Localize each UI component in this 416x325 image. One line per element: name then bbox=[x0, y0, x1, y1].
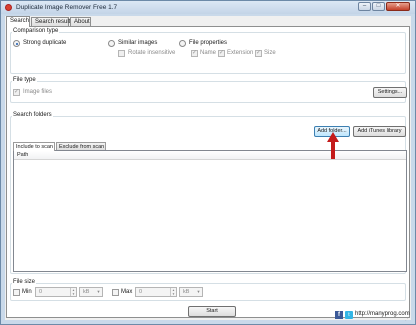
max-size-checkbox[interactable] bbox=[112, 289, 119, 296]
twitter-icon[interactable]: t bbox=[345, 311, 353, 319]
name-checkbox[interactable]: ✓ bbox=[191, 50, 198, 57]
max-size-unit-select[interactable]: kB ▼ bbox=[179, 287, 203, 297]
client-area: Search Search result About Comparison ty… bbox=[5, 16, 411, 320]
app-icon bbox=[5, 4, 12, 11]
chevron-down-icon: ▼ bbox=[96, 289, 101, 294]
maximize-button[interactable]: □ bbox=[372, 2, 385, 11]
folder-tabs: Include to scan Exclude from scan Path bbox=[13, 142, 407, 272]
size-label: Size bbox=[264, 50, 276, 56]
min-size-checkbox[interactable] bbox=[13, 289, 20, 296]
max-size-unit: kB bbox=[183, 289, 190, 295]
window-title: Duplicate Image Remover Free 1.7 bbox=[16, 4, 118, 11]
search-panel: Comparison type Strong duplicate Similar… bbox=[6, 26, 410, 318]
image-files-label: Image files bbox=[23, 89, 53, 95]
min-size-unit-select[interactable]: kB ▼ bbox=[79, 287, 103, 297]
size-checkbox[interactable]: ✓ bbox=[255, 50, 262, 57]
facebook-icon[interactable]: f bbox=[335, 311, 343, 319]
file-properties-label[interactable]: File properties bbox=[189, 40, 227, 46]
file-properties-radio[interactable] bbox=[179, 40, 186, 47]
rotate-insensitive-checkbox[interactable] bbox=[118, 50, 125, 57]
name-label: Name bbox=[200, 50, 217, 56]
add-itunes-library-button[interactable]: Add iTunes library bbox=[353, 126, 406, 137]
max-size-value: 0 bbox=[139, 289, 143, 295]
minimize-button[interactable]: – bbox=[358, 2, 371, 11]
red-arrow-icon bbox=[327, 132, 339, 159]
max-size-label: Max bbox=[121, 289, 133, 295]
file-type-group bbox=[10, 81, 406, 103]
spinner-arrows-icon[interactable]: ▲ ▼ bbox=[70, 288, 76, 296]
extension-label: Extension bbox=[227, 50, 254, 56]
extension-checkbox[interactable]: ✓ bbox=[218, 50, 225, 57]
search-folders-label: Search folders bbox=[12, 112, 53, 118]
min-size-spinner[interactable]: 0 ▲ ▼ bbox=[35, 287, 77, 297]
tab-search[interactable]: Search bbox=[6, 16, 30, 27]
min-size-label: Min bbox=[22, 289, 32, 295]
image-files-checkbox[interactable]: ✓ bbox=[13, 89, 20, 96]
similar-images-label[interactable]: Similar images bbox=[118, 40, 157, 46]
strong-duplicate-label[interactable]: Strong duplicate bbox=[23, 40, 66, 46]
similar-images-radio[interactable] bbox=[108, 40, 115, 47]
rotate-insensitive-label: Rotate insensitive bbox=[128, 50, 176, 56]
close-button[interactable]: ✕ bbox=[386, 2, 410, 11]
spinner-arrows-icon[interactable]: ▲ ▼ bbox=[170, 288, 176, 296]
min-size-value: 0 bbox=[39, 289, 43, 295]
comparison-type-label: Comparison type bbox=[12, 28, 60, 34]
app-window: Duplicate Image Remover Free 1.7 – □ ✕ S… bbox=[0, 0, 416, 325]
title-bar[interactable]: Duplicate Image Remover Free 1.7 – □ ✕ bbox=[1, 1, 415, 14]
max-size-spinner[interactable]: 0 ▲ ▼ bbox=[135, 287, 177, 297]
red-arrow-shape bbox=[327, 132, 339, 159]
status-bar: f t http://manyprog.com ⋰ bbox=[5, 310, 411, 322]
website-link[interactable]: http://manyprog.com bbox=[355, 311, 410, 317]
settings-button[interactable]: Settings... bbox=[373, 87, 407, 98]
chevron-down-icon: ▼ bbox=[196, 289, 201, 294]
path-column-header[interactable]: Path bbox=[14, 151, 406, 160]
tab-include-to-scan[interactable]: Include to scan bbox=[13, 142, 55, 151]
strong-duplicate-radio[interactable] bbox=[13, 40, 20, 47]
min-size-unit: kB bbox=[83, 289, 90, 295]
file-size-label: File size bbox=[12, 279, 37, 285]
resize-grip-icon[interactable]: ⋰ bbox=[405, 316, 411, 322]
file-type-label: File type bbox=[12, 77, 37, 83]
folder-list[interactable]: Path bbox=[13, 150, 407, 272]
